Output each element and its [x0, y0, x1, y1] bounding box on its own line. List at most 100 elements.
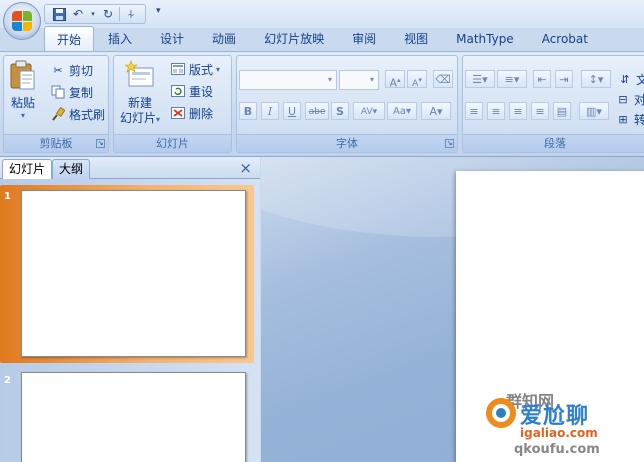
slide-number: 2	[4, 375, 11, 386]
paste-label: 粘贴	[10, 96, 35, 110]
clipboard-group-label: 剪贴板	[4, 134, 108, 152]
justify-icon[interactable]: ≡	[531, 102, 549, 120]
change-case-label: Aa	[393, 106, 406, 117]
tab-4[interactable]: 幻灯片放映	[250, 26, 338, 52]
font-size-dropdown-icon[interactable]: ▾	[366, 71, 378, 89]
clipboard-group: 粘贴 ▾ ✂ 剪切 复制 格式刷 剪贴板 ↘	[3, 55, 109, 153]
tab-1[interactable]: 插入	[94, 26, 146, 52]
dialog-launcher-icon[interactable]: ↘	[96, 139, 105, 148]
paragraph-group-label: 段落	[463, 134, 644, 152]
close-symbol: ×	[239, 159, 252, 177]
brush-icon	[50, 106, 66, 122]
tab-outline[interactable]: 大纲	[52, 159, 91, 179]
font-group: ▾ ▾ A▴ A▾ ⌫ B I U abe S AV▾ Aa▾ A▾ 字体 ↘	[236, 55, 458, 153]
tab-6[interactable]: 视图	[390, 26, 442, 52]
font-color-button[interactable]: A▾	[421, 102, 451, 120]
tab-slides[interactable]: 幻灯片	[2, 159, 53, 179]
grow-font-label: A	[389, 76, 397, 90]
font-name-dropdown-icon[interactable]: ▾	[324, 71, 336, 89]
save-icon[interactable]	[51, 6, 67, 22]
numbering-button[interactable]: ≡▾	[497, 70, 527, 88]
paste-dropdown-icon[interactable]: ▾	[21, 111, 25, 120]
tab-3[interactable]: 动画	[198, 26, 250, 52]
tab-5[interactable]: 审阅	[338, 26, 390, 52]
columns-button[interactable]: ▥▾	[579, 102, 609, 120]
tab-7[interactable]: MathType	[442, 26, 528, 52]
grow-font-button[interactable]: A▴	[385, 70, 405, 90]
delete-label: 删除	[189, 106, 214, 121]
watermark-url: igaliao.com	[520, 426, 598, 440]
font-size-combo[interactable]: ▾	[339, 70, 379, 90]
copy-button[interactable]: 复制	[50, 83, 93, 101]
ribbon: 粘贴 ▾ ✂ 剪切 复制 格式刷 剪贴板 ↘ 新建 幻灯片▾ 版式 ▾ 重设 删…	[0, 51, 644, 157]
tab-8[interactable]: Acrobat	[528, 26, 602, 52]
format-painter-label: 格式刷	[69, 107, 106, 122]
new-slide-dropdown-icon[interactable]: ▾	[156, 115, 160, 124]
underline-button[interactable]: U	[283, 102, 301, 120]
slide-thumbnail-1[interactable]	[21, 190, 246, 357]
delete-slide-icon	[170, 105, 186, 121]
new-slide-button[interactable]: 新建 幻灯片▾	[120, 60, 160, 127]
clipboard-group-title: 剪贴板	[39, 137, 73, 150]
text-direction-button[interactable]: ⇵ 文	[617, 70, 644, 88]
paste-button[interactable]: 粘贴 ▾	[8, 60, 38, 120]
line-spacing-button[interactable]: ↕▾	[581, 70, 611, 88]
text-direction-label: 文	[636, 72, 644, 87]
layout-button[interactable]: 版式 ▾	[170, 60, 220, 78]
customize-dropdown-icon[interactable]: ▾	[156, 6, 161, 16]
slides-group-label: 幻灯片	[114, 134, 231, 152]
increase-indent-icon[interactable]: ⇥	[555, 70, 573, 88]
layout-dropdown-icon: ▾	[216, 64, 221, 74]
pane-tab-strip: 幻灯片 大纲 ×	[0, 157, 260, 179]
align-text-label: 对	[634, 92, 644, 107]
copy-label: 复制	[69, 85, 94, 100]
smartart-icon: ⊞	[618, 112, 628, 126]
tab-0[interactable]: 开始	[44, 26, 95, 52]
redo-icon[interactable]: ↻	[100, 6, 116, 22]
format-painter-button[interactable]: 格式刷	[50, 105, 105, 123]
bullets-button[interactable]: ☰▾	[465, 70, 495, 88]
decrease-indent-icon[interactable]: ⇤	[533, 70, 551, 88]
align-text-icon: ⊟	[618, 92, 628, 106]
delete-button[interactable]: 删除	[170, 104, 213, 122]
align-right-icon[interactable]: ≡	[509, 102, 527, 120]
slide-thumbnail-2[interactable]	[21, 372, 246, 462]
shrink-font-button[interactable]: A▾	[407, 70, 427, 89]
reset-button[interactable]: 重设	[170, 82, 213, 100]
cut-button[interactable]: ✂ 剪切	[50, 61, 93, 79]
office-button[interactable]	[3, 2, 41, 40]
align-left-icon[interactable]: ≡	[465, 102, 483, 120]
text-shadow-button[interactable]: S	[331, 102, 349, 120]
distributed-icon[interactable]: ▤	[553, 102, 571, 120]
tab-2[interactable]: 设计	[146, 26, 198, 52]
font-name-combo[interactable]: ▾	[239, 70, 337, 90]
tab-slides-label: 幻灯片	[9, 162, 46, 176]
layout-icon	[170, 61, 186, 77]
clear-formatting-icon[interactable]: ⌫	[433, 70, 453, 88]
bold-button[interactable]: B	[239, 102, 257, 120]
slides-group-title: 幻灯片	[156, 137, 189, 150]
strikethrough-button[interactable]: abe	[305, 102, 329, 120]
ribbon-tabs: 开始 插入 设计 动画 幻灯片放映 审阅 视图 MathType Acrobat	[44, 26, 602, 52]
align-text-button[interactable]: ⊟ 对	[615, 90, 644, 108]
undo-dropdown-icon[interactable]: ▾	[89, 6, 97, 22]
chat-bubble-icon	[486, 398, 516, 428]
change-case-button[interactable]: Aa▾	[387, 102, 417, 120]
smartart-button[interactable]: ⊞ 转	[615, 110, 644, 128]
layout-label: 版式	[189, 62, 214, 77]
slide-thumbnail-list[interactable]: 1 2	[0, 179, 260, 462]
text-direction-icon: ⇵	[620, 72, 630, 86]
reset-label: 重设	[189, 84, 214, 99]
quick-access-toolbar: ↶ ▾ ↻ ⍭	[44, 4, 146, 24]
align-center-icon[interactable]: ≡	[487, 102, 505, 120]
close-icon[interactable]: ×	[239, 159, 252, 177]
italic-label: I	[267, 105, 273, 118]
font-dialog-launcher-icon[interactable]: ↘	[445, 139, 454, 148]
slides-pane: 幻灯片 大纲 × 1 2	[0, 157, 260, 462]
pin-icon[interactable]: ⍭	[123, 6, 139, 22]
new-slide-icon	[125, 60, 154, 87]
undo-icon[interactable]: ↶	[70, 6, 86, 22]
italic-button[interactable]: I	[261, 102, 279, 120]
character-spacing-button[interactable]: AV▾	[353, 102, 385, 120]
new-slide-label-line2: 幻灯片	[120, 111, 157, 125]
